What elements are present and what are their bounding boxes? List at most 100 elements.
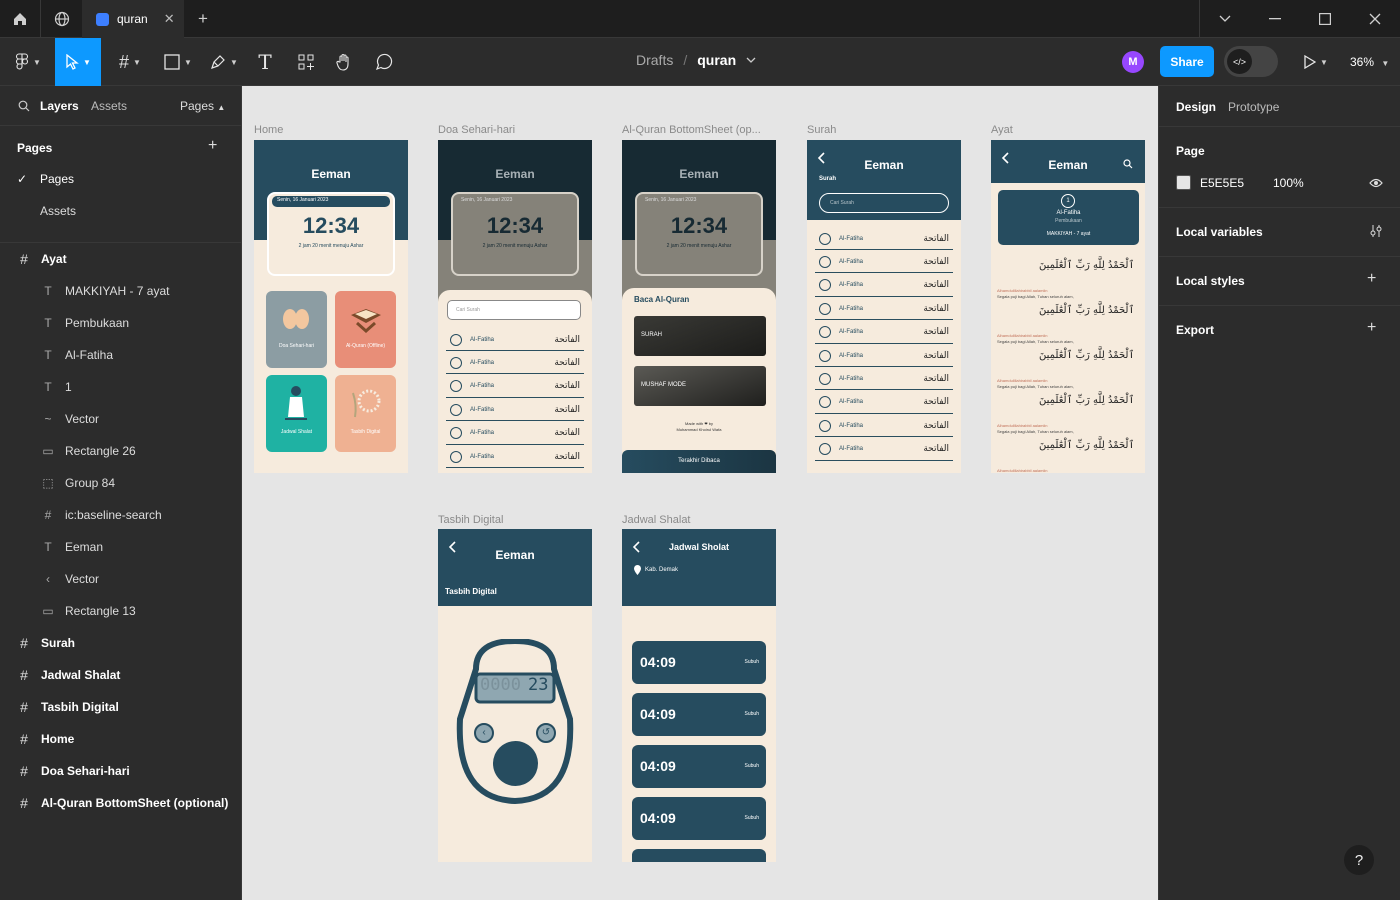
layer-item[interactable]: # Tasbih Digital — [0, 691, 242, 723]
search-icon[interactable] — [18, 100, 30, 112]
last-read-bar[interactable]: Terakhir Dibaca — [622, 450, 776, 473]
layer-item[interactable]: ▭ Rectangle 26 — [0, 435, 242, 467]
page-opacity-value[interactable]: 100% — [1273, 176, 1304, 190]
layer-item[interactable]: T Eeman — [0, 531, 242, 563]
layer-item[interactable]: # ic:baseline-search — [0, 499, 242, 531]
search-input[interactable]: Cari Surah — [447, 300, 581, 320]
surah-row[interactable]: Al-Fatiha الفاتحة — [446, 399, 584, 422]
minimize-icon[interactable] — [1260, 0, 1290, 38]
frame-label-tasbih[interactable]: Tasbih Digital — [438, 514, 503, 526]
add-style-icon[interactable]: + — [1367, 270, 1376, 288]
surah-row[interactable]: Al-Fatiha الفاتحة — [815, 298, 953, 321]
close-window-icon[interactable] — [1360, 0, 1390, 38]
surah-row[interactable]: Al-Fatiha الفاتحة — [446, 329, 584, 351]
search-input[interactable]: Cari Surah — [819, 193, 949, 213]
maximize-icon[interactable] — [1310, 0, 1340, 38]
card-doa[interactable]: Doa Sehari-hari — [266, 291, 327, 368]
page-item-assets[interactable]: Assets — [0, 195, 242, 227]
pen-tool-button[interactable]: ▼ — [204, 38, 244, 86]
frame-surah[interactable]: Eeman Surah Cari Surah Al-Fatiha الفاتحة A… — [807, 140, 961, 473]
surah-row[interactable]: Al-Fatiha الفاتحة — [446, 423, 584, 445]
layer-item[interactable]: # Al-Quran BottomSheet (optional) — [0, 787, 242, 819]
shape-tool-button[interactable]: ▼ — [156, 38, 200, 86]
zoom-level[interactable]: 36% ▼ — [1350, 55, 1389, 69]
layer-item[interactable]: ‹ Vector — [0, 563, 242, 595]
frame-label-jadwal[interactable]: Jadwal Shalat — [622, 514, 691, 526]
move-tool-button[interactable]: ▼ — [55, 38, 101, 86]
tab-design[interactable]: Design — [1176, 100, 1216, 114]
surah-row[interactable]: Al-Fatiha الفاتحة — [446, 352, 584, 375]
option-mushaf[interactable]: MUSHAF MODE — [634, 366, 766, 406]
tab-prototype[interactable]: Prototype — [1228, 100, 1279, 114]
new-tab-button[interactable]: + — [190, 0, 216, 38]
tab-layers[interactable]: Layers — [40, 99, 79, 113]
surah-row[interactable]: Al-Fatiha الفاتحة — [815, 228, 953, 250]
add-export-icon[interactable]: + — [1367, 319, 1376, 337]
layer-item[interactable]: # Home — [0, 723, 242, 755]
frame-jadwal[interactable]: Jadwal Sholat Kab. Demak 04:09 Subuh 04:09… — [622, 529, 776, 862]
surah-row[interactable]: Al-Fatiha الفاتحة — [815, 368, 953, 391]
tab-assets[interactable]: Assets — [91, 99, 127, 113]
surah-row[interactable]: Al-Fatiha الفاتحة — [815, 345, 953, 367]
count-button[interactable] — [493, 741, 538, 786]
prayer-time-card[interactable]: 04:09 Subuh — [632, 641, 766, 684]
layer-item[interactable]: T1 — [0, 371, 242, 403]
layer-item[interactable]: ⬚ Group 84 — [0, 467, 242, 499]
home-icon[interactable] — [0, 0, 40, 38]
card-tasbih[interactable]: Tasbih Digital — [335, 375, 396, 452]
layer-item[interactable]: T MAKKIYAH - 7 ayat — [0, 275, 242, 307]
avatar[interactable]: M — [1122, 51, 1144, 73]
layer-item[interactable]: # Doa Sehari-hari — [0, 755, 242, 787]
surah-row[interactable]: Al-Fatiha الفاتحة — [815, 275, 953, 297]
layer-item[interactable]: T Al-Fatiha — [0, 339, 242, 371]
frame-label-surah[interactable]: Surah — [807, 124, 836, 136]
frame-doa[interactable]: Eeman Senin, 16 Januari 2023 12:34 2 jam… — [438, 140, 592, 473]
surah-row[interactable]: Al-Fatiha الفاتحة — [815, 415, 953, 438]
prayer-time-card[interactable] — [632, 849, 766, 862]
decrement-button[interactable]: ‹ — [474, 723, 494, 743]
canvas[interactable]: Home Doa Sehari-hari Al-Quran BottomShee… — [242, 86, 1158, 900]
layer-item[interactable]: T Pembukaan — [0, 307, 242, 339]
frame-label-home[interactable]: Home — [254, 124, 283, 136]
option-surah[interactable]: SURAH — [634, 316, 766, 356]
search-icon[interactable] — [1123, 159, 1133, 169]
page-item-pages[interactable]: ✓ Pages — [0, 163, 242, 195]
add-page-icon[interactable]: + — [208, 137, 217, 155]
frame-label-ayat[interactable]: Ayat — [991, 124, 1013, 136]
layer-item[interactable]: # Ayat — [0, 243, 242, 275]
layer-item[interactable]: ▭ Rectangle 13 — [0, 595, 242, 627]
share-button[interactable]: Share — [1160, 46, 1214, 77]
text-tool-button[interactable]: T — [252, 38, 278, 86]
surah-row[interactable]: Al-Fatiha الفاتحة — [446, 446, 584, 468]
resources-button[interactable] — [292, 38, 320, 86]
frame-ayat[interactable]: Eeman 1 Al-Fatiha Pembukaan MAKKIYAH - 7… — [991, 140, 1145, 473]
frame-label-doa[interactable]: Doa Sehari-hari — [438, 124, 515, 136]
frame-tool-button[interactable]: # ▼ — [110, 38, 150, 86]
prayer-time-card[interactable]: 04:09 Subuh — [632, 797, 766, 840]
surah-row[interactable]: Al-Fatiha الفاتحة — [815, 439, 953, 461]
dev-mode-toggle[interactable]: </> — [1224, 46, 1278, 77]
frame-bottomsheet[interactable]: Eeman Senin, 16 Januari 2023 12:34 2 jam… — [622, 140, 776, 473]
layer-item[interactable]: # Surah — [0, 627, 242, 659]
layer-item[interactable]: ~ Vector — [0, 403, 242, 435]
local-variables-title[interactable]: Local variables — [1176, 225, 1263, 239]
reset-button[interactable]: ↺ — [536, 723, 556, 743]
layer-item[interactable]: # Jadwal Shalat — [0, 659, 242, 691]
prayer-time-card[interactable]: 04:09 Subuh — [632, 745, 766, 788]
globe-icon[interactable] — [42, 0, 82, 38]
frame-home[interactable]: Eeman Senin, 16 Januari 2023 12:34 2 jam… — [254, 140, 408, 473]
page-color-value[interactable]: E5E5E5 — [1200, 176, 1244, 190]
breadcrumb-drafts[interactable]: Drafts — [636, 52, 673, 68]
card-jadwal[interactable]: Jadwal Shalat — [266, 375, 327, 452]
surah-row[interactable]: Al-Fatiha الفاتحة — [446, 376, 584, 398]
close-tab-icon[interactable]: ✕ — [164, 11, 175, 27]
chevron-down-icon[interactable] — [1210, 0, 1240, 38]
prayer-time-card[interactable]: 04:09 Subuh — [632, 693, 766, 736]
help-button[interactable]: ? — [1344, 845, 1374, 875]
file-tab[interactable]: quran ✕ — [82, 0, 184, 38]
surah-row[interactable]: Al-Fatiha الفاتحة — [815, 251, 953, 274]
card-quran[interactable]: Al-Quran (Offline) — [335, 291, 396, 368]
eye-icon[interactable] — [1369, 178, 1383, 188]
variables-settings-icon[interactable] — [1369, 224, 1383, 238]
hand-tool-button[interactable] — [330, 38, 358, 86]
